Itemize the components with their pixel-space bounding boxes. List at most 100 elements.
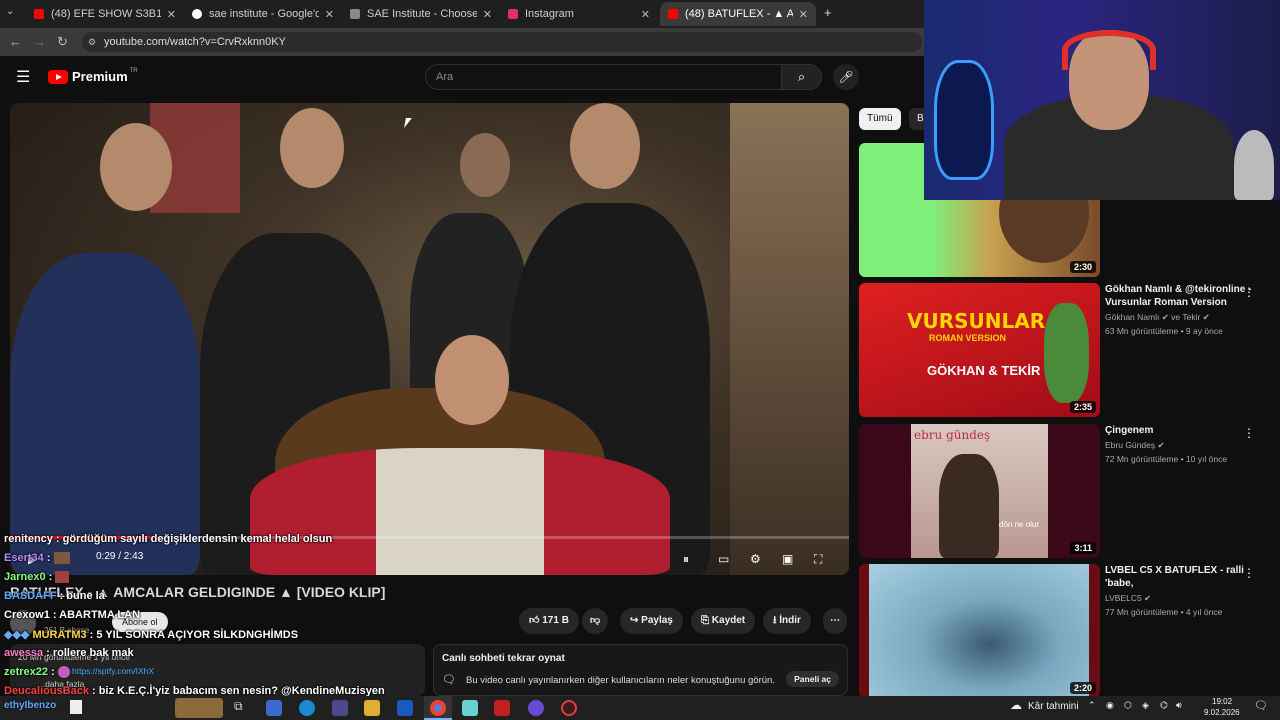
search-button[interactable]: ⌕ (781, 64, 822, 90)
browser-tab[interactable]: Instagram ✕ (500, 2, 658, 26)
store-icon[interactable] (332, 700, 348, 716)
site-info-icon[interactable]: ⚙ (88, 32, 96, 52)
dislike-button[interactable]: 👎︎ (582, 608, 609, 634)
close-tab-icon[interactable]: ✕ (167, 8, 176, 21)
tab-title: Instagram (525, 8, 574, 20)
outlook-icon[interactable] (397, 700, 413, 716)
notification-icon[interactable]: 🗨︎ (1254, 699, 1268, 712)
voice-search-button[interactable]: 🎤︎ (833, 64, 859, 90)
like-button[interactable]: 👍︎ 171 B (519, 608, 579, 634)
chat-message: awessa: rollere bak mak (4, 647, 134, 659)
browser-tab[interactable]: (48) EFE SHOW S3B14 | BATUFL ✕ (26, 2, 184, 26)
clock-time[interactable]: 19:02 (1212, 697, 1232, 706)
url-field[interactable]: ⚙ youtube.com/watch?v=CrvRxknn0KY (82, 32, 922, 52)
close-tab-icon[interactable]: ✕ (641, 8, 650, 21)
discord-icon[interactable] (528, 700, 544, 716)
file-explorer-icon[interactable] (364, 700, 380, 716)
download-button[interactable]: ⭳ İndir (763, 608, 811, 634)
tray-app-icon[interactable]: ◉ (1106, 700, 1114, 711)
webcam-overlay (924, 0, 1280, 200)
browser-tab[interactable]: sae institute - Google'da Ara ✕ (184, 2, 342, 26)
weather-text[interactable]: Kâr tahmini (1028, 701, 1079, 712)
open-panel-button[interactable]: Paneli aç (786, 671, 839, 687)
back-arrow-icon[interactable]: ← (9, 34, 22, 49)
chip-all[interactable]: Tümü (859, 108, 901, 130)
search-input[interactable]: Ara (425, 64, 782, 90)
app-icon[interactable] (462, 700, 478, 716)
autoplay-toggle-icon[interactable]: ⏸ (683, 552, 689, 567)
close-tab-icon[interactable]: ✕ (483, 8, 492, 21)
video-thumbnail[interactable]: 2:20 (859, 564, 1100, 698)
recommendation-channel[interactable]: Gökhan Namlı ✔ ve Tekir ✔ (1105, 312, 1255, 323)
forward-arrow-icon[interactable]: → (33, 34, 46, 49)
tray-chevron-icon[interactable]: ⌃ (1088, 700, 1096, 711)
browser-tab-active[interactable]: (48) BATUFLEX - ▲ AMCALAR ✕ (660, 2, 816, 26)
more-options-icon[interactable]: ⋮ (1243, 285, 1255, 299)
chat-message: Esert34: (4, 552, 70, 565)
more-actions-button[interactable]: ⋯ (823, 608, 847, 634)
save-label: Kaydet (711, 615, 746, 626)
live-chat-replay-box: Canlı sohbeti tekrar oynat 🗨︎ Bu video c… (433, 644, 848, 696)
close-tab-icon[interactable]: ✕ (799, 8, 808, 21)
tray-app-icon[interactable]: ◈ (1142, 700, 1149, 711)
instagram-favicon-icon (508, 9, 518, 19)
youtube-premium-logo[interactable]: Premium TR (48, 68, 138, 84)
copilot-icon[interactable] (266, 700, 282, 716)
recommendation-channel[interactable]: LVBELC5 ✔ (1105, 593, 1255, 604)
recommendation-title[interactable]: LVBEL C5 X BATUFLEX - ralli 'babe, (1105, 564, 1255, 590)
youtube-favicon-icon (668, 9, 678, 19)
chat-text: : 5 YIL SONRA AÇIYOR SİLKDNGHİMDS (89, 629, 299, 641)
save-button[interactable]: ⎘ Kaydet (691, 608, 756, 634)
start-icon[interactable] (70, 700, 82, 714)
thumbnail-photo (869, 564, 1089, 698)
edge-browser-icon[interactable] (299, 700, 315, 716)
tray-app-icon[interactable]: ⬡ (1124, 700, 1132, 711)
new-tab-button[interactable]: + (824, 5, 832, 20)
weather-icon[interactable]: ☁ (1010, 698, 1022, 712)
chat-bubble-icon: 🗨︎ (442, 674, 456, 686)
reload-icon[interactable]: ↻ (57, 34, 68, 50)
thumbnail-subtitle-text: dön ne olur (999, 520, 1040, 529)
recommendation-info: LVBEL C5 X BATUFLEX - ralli 'babe, LVBEL… (1105, 564, 1255, 617)
hamburger-menu-icon[interactable]: ☰ (16, 67, 30, 87)
chat-username: ethyIbenzo (4, 700, 57, 711)
chat-text: : gördüğüm sayılı değişiklerdensin kemal… (55, 533, 333, 545)
share-button[interactable]: ↪ Paylaş (620, 608, 683, 634)
fullscreen-icon[interactable]: ⛶ (814, 552, 822, 567)
more-options-icon[interactable]: ⋮ (1243, 426, 1255, 440)
recommendation-title[interactable]: Çingenem (1105, 424, 1255, 437)
recommendation-meta: 63 Mn görüntüleme • 9 ay önce (1105, 326, 1223, 336)
chat-message: zetrex22: (4, 666, 70, 679)
stream-app-icon[interactable] (494, 700, 510, 716)
video-timestamp: 0:29 / 2:43 (96, 551, 144, 562)
close-tab-icon[interactable]: ✕ (325, 8, 334, 21)
recommendation-title[interactable]: Gökhan Namlı & @tekironline - Vursunlar … (1105, 283, 1255, 309)
subtitles-icon[interactable]: ▭ (718, 552, 729, 566)
miniplayer-icon[interactable]: ▣ (782, 552, 793, 566)
more-options-icon[interactable]: ⋮ (1243, 566, 1255, 580)
video-thumbnail[interactable]: VURSUNLAR ROMAN VERSION GÖKHAN & TEKİR 2… (859, 283, 1100, 417)
person-figure (250, 448, 670, 575)
clock-date[interactable]: 9.02.2026 (1204, 708, 1240, 717)
widget-thumbnail[interactable] (175, 698, 223, 718)
video-player[interactable]: ▶ 🔊︎ 0:29 / 2:43 ⏸ ▭ ⚙ ▣ ⛶ (10, 103, 849, 575)
recommendation-item[interactable]: ebru gündeş dön ne olur 3:11 Çingenem Eb… (859, 424, 1269, 558)
network-icon[interactable]: ⌬ (1160, 700, 1168, 711)
chat-username: MURATM3 (32, 629, 87, 641)
volume-icon[interactable]: 🔊︎ (1176, 700, 1182, 711)
settings-gear-icon[interactable]: ⚙ (750, 552, 761, 566)
guitar-neon (934, 60, 994, 180)
task-view-icon[interactable]: ⧉ (234, 699, 243, 714)
chrome-taskbar-button[interactable] (424, 696, 452, 720)
chat-username: Jarnex0 (4, 571, 46, 583)
tab-title: SAE Institute - Choose your re (367, 8, 477, 20)
recommendation-item[interactable]: VURSUNLAR ROMAN VERSION GÖKHAN & TEKİR 2… (859, 283, 1269, 417)
recommendation-channel[interactable]: Ebru Gündeş ✔ (1105, 440, 1255, 451)
obs-icon[interactable] (561, 700, 577, 716)
video-thumbnail[interactable]: ebru gündeş dön ne olur 3:11 (859, 424, 1100, 558)
browser-tab[interactable]: SAE Institute - Choose your re ✕ (342, 2, 500, 26)
recommendation-item[interactable]: 2:20 LVBEL C5 X BATUFLEX - ralli 'babe, … (859, 564, 1269, 698)
description-link[interactable]: https://sptfy.com/IXhX (72, 666, 154, 676)
chat-username: Crexow1 (4, 609, 50, 621)
tab-search-icon[interactable]: ⌄ (6, 6, 14, 17)
